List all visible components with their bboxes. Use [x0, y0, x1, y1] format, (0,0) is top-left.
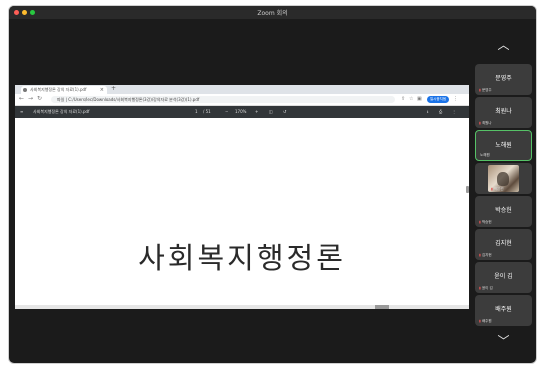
participant-label: 최원나	[481, 121, 492, 125]
participant-label: 윤이 김	[481, 286, 493, 290]
pdf-filename: 사회복지행정론 강의 자료(1).pdf	[33, 109, 90, 114]
rotate-icon[interactable]: ↺	[283, 109, 286, 114]
participant-label: 박승헌	[481, 220, 492, 224]
download-icon[interactable]: ⭳	[427, 109, 428, 116]
mic-muted-icon: ▮	[479, 319, 481, 323]
forward-icon[interactable]: →	[28, 95, 33, 102]
page-total: / 51	[203, 109, 211, 114]
participant-name: 배주원	[495, 306, 512, 313]
shared-screen: 사회복지행정론 강의 자료(1).pdf × + ← → ↻ 파일 | C:/U…	[15, 85, 469, 309]
new-tab-button[interactable]: +	[111, 85, 116, 92]
profile-button[interactable]: 일시중지됨	[427, 96, 449, 103]
pdf-page: 사회복지행정론	[15, 118, 469, 309]
reload-icon[interactable]: ↻	[37, 95, 42, 102]
participant-name: 문영주	[495, 75, 512, 82]
close-tab-icon[interactable]: ×	[100, 86, 104, 94]
mic-muted-icon: ▮	[491, 187, 493, 191]
participant-tile-video[interactable]: ▮박은선	[475, 163, 532, 194]
print-icon[interactable]: ⎙	[439, 109, 442, 114]
participant-name: 노해원	[495, 142, 512, 149]
mic-muted-icon: ▮	[479, 253, 481, 257]
back-icon[interactable]: ←	[19, 95, 24, 102]
mic-muted-icon: ▮	[479, 88, 481, 92]
participant-name: 박승헌	[495, 207, 512, 214]
panel-resize-handle[interactable]	[466, 186, 469, 193]
document-title: 사회복지행정론	[138, 241, 346, 275]
horizontal-scrollbar[interactable]	[15, 305, 469, 309]
mic-muted-icon: ▮	[479, 121, 481, 125]
title-bar: Zoom 회의	[9, 6, 536, 19]
star-icon[interactable]: ☆	[409, 96, 413, 102]
extension-icon[interactable]: ▣	[417, 96, 422, 102]
participant-label: 박은선	[493, 187, 504, 191]
tab-title: 사회복지행정론 강의 자료(1).pdf	[30, 87, 87, 92]
zoom-out-icon[interactable]: −	[225, 109, 228, 114]
address-bar: ← → ↻ 파일 | C:/Users/lec/Downloads/사회복지행정…	[15, 94, 469, 106]
participant-tile[interactable]: 윤이 김 ▮윤이 김	[475, 262, 532, 293]
more-icon[interactable]: ⋮	[452, 109, 456, 114]
participant-label: 문영주	[481, 88, 492, 92]
participant-tile-speaking[interactable]: 노해원 노해원	[475, 130, 532, 161]
participant-name: 최원나	[495, 108, 512, 115]
zoom-window: Zoom 회의 사회복지행정론 강의 자료(1).pdf × + ← → ↻ 파…	[8, 5, 537, 364]
window-title: Zoom 회의	[257, 10, 288, 17]
participant-label: 노해원	[480, 153, 490, 157]
hamburger-icon[interactable]: ≡	[20, 109, 23, 114]
chevron-up-icon[interactable]: ︿	[475, 36, 532, 53]
participant-tile[interactable]: 박승헌 ▮박승헌	[475, 196, 532, 227]
participant-tile[interactable]: 최원나 ▮최원나	[475, 97, 532, 128]
menu-icon[interactable]: ⋮	[453, 96, 458, 102]
url-field[interactable]: 파일 | C:/Users/lec/Downloads/사회복지행정론(3강)/…	[51, 96, 395, 103]
page-number-input[interactable]: 1	[195, 109, 198, 114]
browser-tab-bar: 사회복지행정론 강의 자료(1).pdf × +	[15, 85, 469, 94]
globe-icon	[23, 88, 27, 92]
participant-label: 배주원	[481, 319, 492, 323]
chevron-down-icon[interactable]: ﹀	[475, 332, 532, 349]
mic-muted-icon: ▮	[479, 286, 481, 290]
participant-name: 윤이 김	[494, 273, 513, 280]
pdf-toolbar: ≡ 사회복지행정론 강의 자료(1).pdf 1 / 51 − 170% + ◫…	[15, 106, 469, 118]
fit-page-icon[interactable]: ◫	[269, 109, 273, 114]
mic-muted-icon: ▮	[479, 220, 481, 224]
scrollbar-thumb[interactable]	[375, 305, 389, 309]
browser-tab[interactable]: 사회복지행정론 강의 자료(1).pdf ×	[21, 86, 107, 94]
participant-tile[interactable]: 김지현 ▮김지현	[475, 229, 532, 260]
participant-name: 김지현	[495, 240, 512, 247]
zoom-in-icon[interactable]: +	[255, 109, 258, 114]
participant-label: 김지현	[481, 253, 492, 257]
participant-tile[interactable]: 문영주 ▮문영주	[475, 64, 532, 95]
participant-tile[interactable]: 배주원 ▮배주원	[475, 295, 532, 326]
share-icon[interactable]: ⇪	[401, 96, 405, 102]
zoom-level[interactable]: 170%	[235, 109, 246, 114]
